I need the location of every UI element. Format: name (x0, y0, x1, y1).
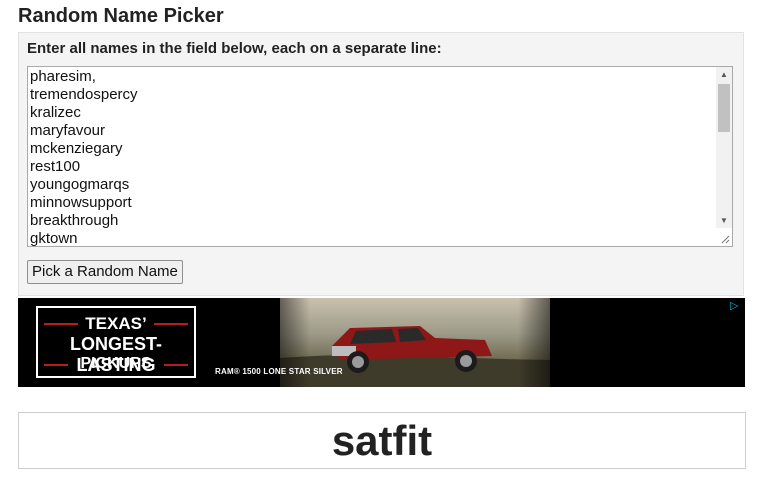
name-line: gktown (30, 230, 78, 247)
name-line: minnowsupport (30, 194, 132, 211)
result-box: satfit (18, 412, 746, 469)
scroll-down-arrow-icon[interactable]: ▼ (716, 213, 732, 229)
picked-name: satfit (331, 417, 433, 464)
scroll-up-arrow-icon[interactable]: ▲ (716, 67, 732, 83)
ad-headline-box: TEXAS’ LONGEST-LASTING PICKUPS (36, 306, 196, 378)
scrollbar-thumb[interactable] (718, 84, 730, 132)
name-line: rest100 (30, 158, 81, 175)
name-line: maryfavour (30, 122, 106, 139)
textarea-scrollbar[interactable]: ▲ ▼ (716, 67, 732, 229)
advertisement-banner[interactable]: TEXAS’ LONGEST-LASTING PICKUPS RAM® 1500… (18, 298, 745, 387)
names-list: pharesim, tremendospercy kralizec maryfa… (30, 68, 138, 247)
ad-model-text: RAM® 1500 LONE STAR SILVER (215, 367, 343, 376)
ad-gradient (518, 298, 578, 387)
resize-handle-icon[interactable] (716, 228, 732, 246)
name-line: youngogmarqs (30, 176, 130, 193)
name-line: kralizec (30, 104, 81, 121)
page-title: Random Name Picker (18, 5, 224, 27)
instruction-label: Enter all names in the field below, each… (27, 40, 442, 57)
adchoices-icon[interactable]: ▷ (730, 300, 742, 312)
name-line: tremendospercy (30, 86, 138, 103)
ad-headline-line: PICKUPS (80, 355, 152, 372)
names-textarea[interactable]: pharesim, tremendospercy kralizec maryfa… (27, 66, 733, 247)
ad-headline-line: TEXAS’ (85, 314, 147, 333)
pick-random-name-button[interactable]: Pick a Random Name (27, 260, 183, 284)
names-panel: Enter all names in the field below, each… (18, 32, 744, 296)
name-line: breakthrough (30, 212, 119, 229)
name-line: mckenziegary (30, 140, 123, 157)
name-line: pharesim, (30, 68, 96, 85)
